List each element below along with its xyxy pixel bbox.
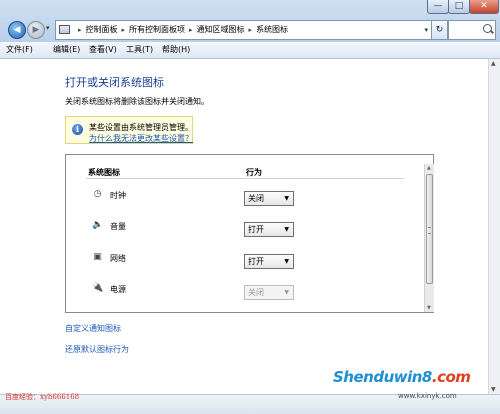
refresh-icon: ↻: [435, 25, 444, 35]
address-bar[interactable]: ▸ 控制面板 ▸ 所有控制面板项 ▸ 通知区域图标 ▸ 系统图标 ▾: [55, 20, 432, 40]
restore-default-behavior-link[interactable]: 还原默认图标行为: [65, 344, 129, 355]
header-divider: [86, 178, 404, 179]
scroll-up-icon[interactable]: ▲: [491, 60, 496, 67]
arrow-right-icon: ▶: [32, 25, 40, 35]
menu-view[interactable]: 查看(V): [89, 42, 117, 58]
control-panel-icon: [59, 25, 70, 34]
breadcrumb-notification-icons[interactable]: 通知区域图标: [197, 25, 245, 34]
window-scrollbar[interactable]: ▲ ▼: [488, 59, 500, 394]
breadcrumb-separator-icon: ▸: [189, 26, 193, 34]
clock-behavior-select[interactable]: 关闭 ▼: [244, 191, 294, 206]
network-behavior-select[interactable]: 打开 ▼: [244, 254, 294, 269]
customize-notification-icons-link[interactable]: 自定义通知图标: [65, 323, 121, 334]
chevron-down-icon: ▼: [284, 258, 289, 265]
search-input[interactable]: [448, 20, 496, 40]
chevron-down-icon: ▼: [284, 195, 289, 202]
title-and-address-bar: — □ ✕ ◀ ▶ ▾ ▸ 控制面板 ▸ 所有控制面板项 ▸ 通知区域图标 ▸ 系统图标 ▾ …: [0, 0, 500, 42]
baidu-watermark: 百度经验：xyh666168: [5, 393, 80, 401]
logo-tld-text: .com: [431, 368, 471, 386]
page-title: 打开或关闭系统图标: [65, 76, 164, 89]
why-cant-change-link[interactable]: 为什么我无法更改某些设置？: [89, 133, 193, 144]
forward-button[interactable]: ▶: [27, 21, 45, 39]
chevron-down-icon: ▼: [284, 226, 289, 233]
admin-notice-text: 某些设置由系统管理员管理。: [89, 123, 193, 132]
breadcrumb-system-icons[interactable]: 系统图标: [256, 25, 288, 34]
menu-tools[interactable]: 工具(T): [126, 42, 153, 58]
control-panel-window: — □ ✕ ◀ ▶ ▾ ▸ 控制面板 ▸ 所有控制面板项 ▸ 通知区域图标 ▸ 系统图标 ▾ …: [0, 0, 500, 414]
chevron-down-icon: ▼: [284, 289, 289, 296]
menu-bar: 文件(F) 编辑(E) 查看(V) 工具(T) 帮助(H): [0, 42, 500, 59]
power-icon: 🔌: [92, 283, 104, 293]
volume-icon: 🔈: [92, 220, 104, 230]
table-scrollbar-thumb[interactable]: [426, 174, 433, 284]
network-icon: ▣: [93, 252, 102, 262]
back-button[interactable]: ◀: [8, 21, 26, 39]
breadcrumb-control-panel[interactable]: 控制面板: [86, 25, 118, 34]
column-header-system-icon: 系统图标: [88, 168, 120, 177]
arrow-left-icon: ◀: [13, 25, 21, 35]
column-header-behavior: 行为: [246, 168, 262, 177]
site-url-watermark: www.kxinyk.com: [398, 392, 457, 400]
power-behavior-select: 关闭 ▼: [244, 285, 294, 300]
volume-behavior-select[interactable]: 打开 ▼: [244, 222, 294, 237]
scroll-down-icon[interactable]: ▼: [491, 386, 496, 393]
menu-edit[interactable]: 编辑(E): [53, 42, 80, 58]
breadcrumb: ▸ 控制面板 ▸ 所有控制面板项 ▸ 通知区域图标 ▸ 系统图标: [74, 21, 288, 39]
row-label-power: 电源: [110, 285, 126, 294]
table-scroll-down-icon[interactable]: ▼: [427, 305, 431, 311]
breadcrumb-separator-icon: ▸: [121, 26, 126, 34]
page-description: 关闭系统图标将删除该图标并关闭通知。: [65, 97, 209, 106]
row-label-network: 网络: [110, 254, 126, 263]
menu-help[interactable]: 帮助(H): [162, 42, 190, 58]
info-icon: i: [72, 124, 83, 135]
logo-main-text: Shenduwin8: [333, 368, 432, 386]
close-button[interactable]: ✕: [469, 0, 499, 14]
breadcrumb-all-items[interactable]: 所有控制面板项: [129, 25, 185, 34]
table-scroll-up-icon[interactable]: ▲: [427, 165, 431, 171]
menu-file[interactable]: 文件(F): [6, 42, 33, 58]
row-label-volume: 音量: [110, 222, 126, 231]
volume-behavior-value: 打开: [248, 225, 264, 234]
search-icon: [483, 24, 492, 33]
admin-notice: i 某些设置由系统管理员管理。 为什么我无法更改某些设置？: [65, 116, 193, 144]
network-behavior-value: 打开: [248, 257, 264, 266]
address-history-dropdown[interactable]: ▾: [424, 21, 428, 39]
power-behavior-value: 关闭: [248, 288, 264, 297]
table-scrollbar[interactable]: [424, 164, 434, 312]
row-label-clock: 时钟: [110, 191, 126, 200]
clock-behavior-value: 关闭: [248, 194, 264, 203]
minimize-button[interactable]: —: [427, 0, 449, 14]
breadcrumb-separator-icon: ▸: [248, 26, 253, 34]
clock-icon: ◷: [93, 189, 102, 199]
breadcrumb-separator-icon: ▸: [78, 26, 82, 34]
site-logo-watermark: Shenduwin8.com: [333, 368, 471, 386]
maximize-button[interactable]: □: [448, 0, 470, 14]
recent-pages-dropdown[interactable]: ▾: [46, 24, 50, 32]
refresh-button[interactable]: ↻: [431, 20, 448, 40]
